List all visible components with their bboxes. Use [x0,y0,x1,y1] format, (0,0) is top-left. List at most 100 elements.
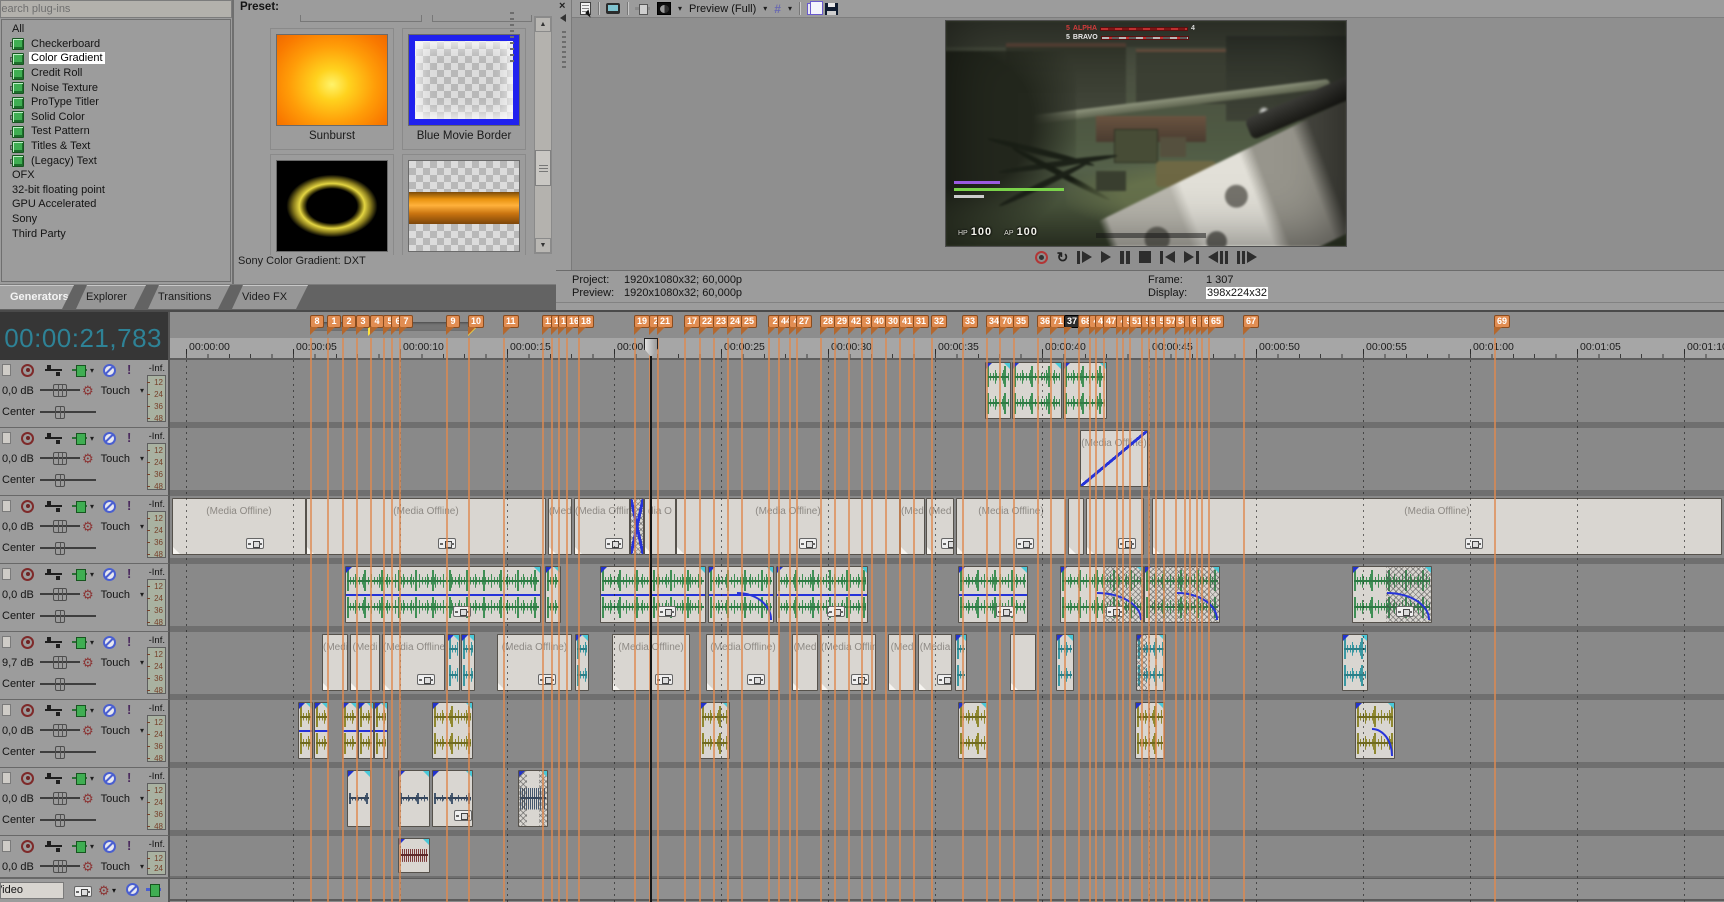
timeline-clip[interactable] [347,770,371,827]
timeline-clip[interactable] [1135,702,1165,759]
previous-frame-button[interactable] [1208,250,1229,264]
copy-snapshot-icon[interactable] [806,0,823,15]
automation-settings-gear-icon[interactable]: ⚙ [82,452,94,465]
scroll-down-icon[interactable]: ▼ [535,238,551,253]
volume-envelope-line[interactable] [346,593,540,596]
event-fx-icon[interactable] [452,606,471,617]
tab-explorer[interactable]: Explorer [76,285,146,309]
record-arm-button[interactable] [21,839,34,853]
timeline-clip[interactable] [374,702,388,759]
chevron-down-icon[interactable]: ▾ [140,522,144,531]
solo-button[interactable]: ! [127,703,131,716]
preview-quality-label[interactable]: Preview (Full) [689,3,756,15]
timeline-clip[interactable]: (Medi [322,634,348,691]
preset-item-sunburst[interactable]: Sunburst [270,28,394,150]
timeline-clip[interactable]: (Med [926,498,954,555]
time-ruler[interactable]: 00:00:00 00:00:05 00:00:10 00:00:15 00:00:20… [170,338,1724,360]
timeline-clip[interactable] [708,566,774,623]
fader-knob[interactable] [55,813,65,827]
generator-item[interactable]: Credit Roll [2,66,230,81]
timeline-clip[interactable]: (Media Offline) [574,498,630,555]
track-lane[interactable]: (Medi (Medi (Media Offline) (Media Offline)… [170,632,1724,700]
record-arm-button[interactable] [21,567,34,581]
timeline-clip[interactable] [1012,362,1062,419]
solo-button[interactable]: ! [127,771,131,784]
pan-fader[interactable] [40,609,96,623]
timeline-clip[interactable]: (Media Offline) [548,498,572,555]
automation-settings-gear-icon[interactable]: ⚙ [82,724,94,737]
play-from-start-button[interactable] [1077,250,1093,264]
record-arm-button[interactable] [21,499,34,513]
timeline-clip[interactable] [518,770,548,827]
preset-item-blue-movie-border[interactable]: Blue Movie Border [402,28,526,150]
timeline-marker[interactable]: 4 [370,315,384,335]
generator-item[interactable]: Checkerboard [2,37,230,52]
timeline-clip[interactable] [1352,566,1432,623]
chevron-down-icon[interactable]: ▾ [140,726,144,735]
event-fx-icon[interactable] [936,674,951,685]
event-fx-icon[interactable] [746,674,765,685]
track-fx-plugin-icon[interactable] [72,773,87,785]
track-name-box[interactable] [2,364,11,376]
stop-button[interactable] [1139,251,1152,263]
timeline-clip[interactable] [432,770,473,827]
chevron-down-icon[interactable]: ▾ [90,842,94,851]
timeline-marker[interactable]: 32 [931,315,948,335]
pan-fader[interactable] [40,473,96,487]
track-fx-plugin-icon[interactable] [72,841,87,853]
track-name-box[interactable] [2,772,11,784]
timeline-clip[interactable] [447,634,460,691]
chevron-down-icon[interactable]: ▾ [90,570,94,579]
video-track-lane[interactable] [170,878,1724,901]
generator-item[interactable]: ProType Titler [2,95,230,110]
timeline-clip[interactable]: (Media Offline) [706,634,780,691]
track-lane[interactable]: (Media Offline) [170,428,1724,496]
timecode-display[interactable]: 00:00:21,783 [0,312,170,360]
timeline-clip[interactable] [1056,634,1074,691]
timeline-clip[interactable] [358,702,374,759]
chevron-down-icon[interactable]: ▾ [90,638,94,647]
mute-button[interactable] [103,363,117,377]
timeline-clip[interactable] [432,702,473,759]
envelope-automation-icon[interactable] [45,568,62,580]
timeline-clip[interactable]: (Media Offline) [820,634,876,691]
automation-settings-gear-icon[interactable]: ⚙ [82,860,94,873]
play-button[interactable] [1101,251,1112,263]
video-output-fx-icon[interactable] [635,4,650,15]
volume-fader[interactable] [39,656,80,669]
generator-item[interactable]: Noise Texture [2,80,230,95]
timeline-marker[interactable]: 33 [962,315,979,335]
timeline-clip[interactable] [985,362,1011,419]
track-lane[interactable]: (Media Offline) (Media Offline) (Media Off… [170,496,1724,564]
track-lane[interactable] [170,360,1724,428]
timeline-clip[interactable]: (Media Offline) [172,498,306,555]
chevron-down-icon[interactable]: ▾ [90,774,94,783]
timeline-clip[interactable]: (Media Offline) [497,634,572,691]
automation-settings-gear-icon[interactable]: ⚙ [82,384,94,397]
generator-item[interactable]: All [2,22,230,37]
timeline-marker[interactable]: 18 [578,315,595,335]
track-name-box[interactable] [2,500,11,512]
envelope-automation-icon[interactable] [45,500,62,512]
track-name-box[interactable] [2,636,11,648]
timeline-clip[interactable] [1342,634,1368,691]
envelope-automation-icon[interactable] [45,432,62,444]
tab-transitions[interactable]: Transitions [148,285,230,309]
project-video-properties-icon[interactable] [580,2,591,15]
mute-button[interactable] [126,883,139,896]
timeline-clip[interactable]: (Media Offline) [1152,498,1722,555]
timeline-clip[interactable] [1060,566,1144,623]
volume-fader[interactable] [39,452,80,465]
timeline-marker[interactable]: 35 [1013,315,1030,335]
timeline-marker[interactable]: 7 [399,315,413,335]
fader-knob[interactable] [52,588,67,601]
chevron-down-icon[interactable]: ▾ [90,502,94,511]
record-arm-button[interactable] [21,635,34,649]
volume-envelope-line[interactable] [343,729,357,732]
volume-fader[interactable] [39,860,80,873]
pan-fader[interactable] [40,677,96,691]
timeline-clip[interactable] [345,566,541,623]
mute-button[interactable] [103,431,117,445]
generator-item[interactable]: OFX [2,168,230,183]
event-fx-icon[interactable] [1117,538,1136,549]
